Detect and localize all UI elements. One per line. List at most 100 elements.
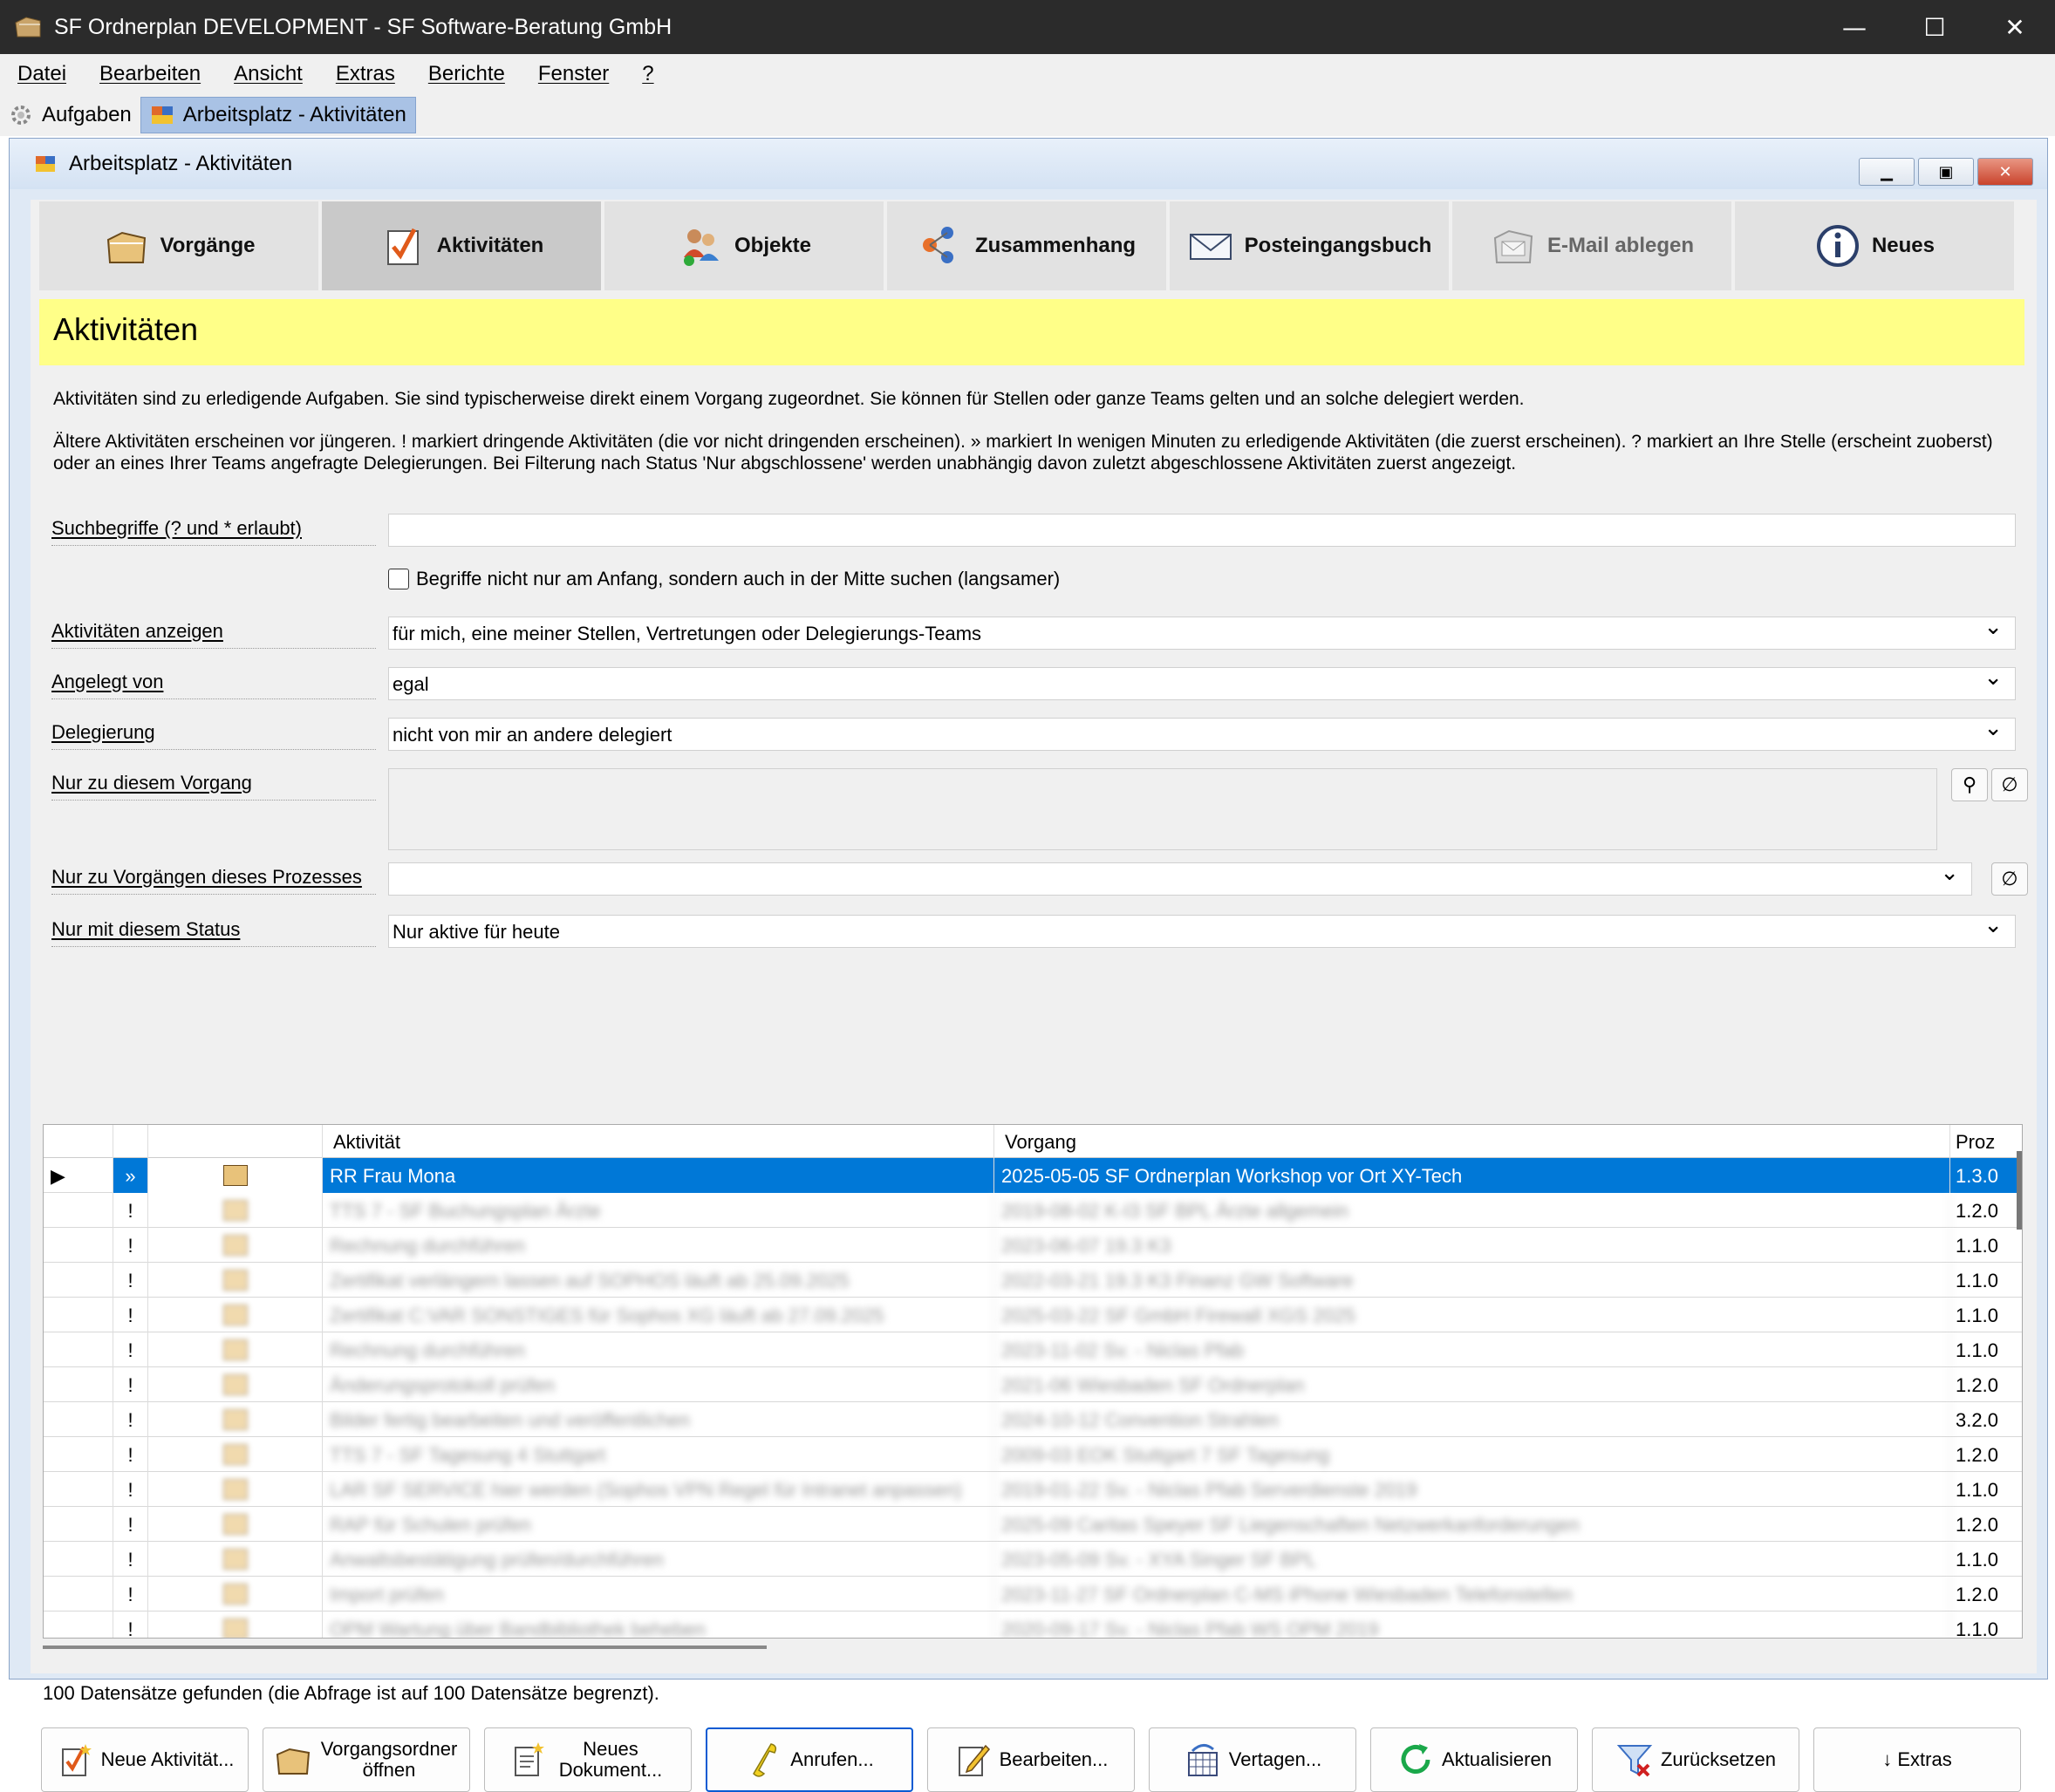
row-flag: !: [113, 1367, 148, 1402]
new-document-button[interactable]: Neues Dokument...: [484, 1727, 692, 1792]
tab-label: Neues: [1871, 234, 1936, 257]
reset-button[interactable]: Zurücksetzen: [1592, 1727, 1799, 1792]
created-by-label: Angelegt von: [51, 671, 376, 699]
tab-objekte[interactable]: Objekte: [604, 201, 884, 290]
mdi-close-button[interactable]: ✕: [1977, 158, 2033, 186]
table-row[interactable]: ! RAP für Schulen prüfen 2025-09 Caritas S…: [44, 1507, 2022, 1542]
row-vorgang: 2019-01-22 Sv. - Niclas Pfab Serverdiens…: [994, 1472, 1950, 1507]
process-column-header[interactable]: Proz: [1950, 1125, 2022, 1158]
window-tab-aufgaben[interactable]: Aufgaben: [0, 97, 140, 133]
tab-email-ablegen[interactable]: E-Mail ablegen: [1452, 201, 1731, 290]
refresh-icon: [1401, 1744, 1430, 1774]
row-type-icon: [148, 1158, 323, 1193]
mdi-minimize-button[interactable]: ▁: [1859, 158, 1915, 186]
clear-vorgang-button[interactable]: ∅: [1991, 768, 2028, 801]
window-tab-arbeitsplatz[interactable]: Arbeitsplatz - Aktivitäten: [140, 97, 416, 133]
row-indicator: [44, 1542, 113, 1577]
row-type-icon: [148, 1472, 323, 1507]
row-activity: OPM Wartung über Bandbibliothek beheben: [323, 1611, 994, 1638]
grid-header: Aktivität Vorgang Proz: [44, 1125, 2022, 1158]
row-process: 1.1.0: [1950, 1228, 2022, 1263]
clear-process-button[interactable]: ∅: [1991, 862, 2028, 896]
button-label: Bearbeiten...: [999, 1748, 1109, 1770]
row-indicator: [44, 1228, 113, 1263]
pin-vorgang-button[interactable]: ⚲: [1951, 768, 1988, 801]
icon-column-header[interactable]: [148, 1125, 323, 1158]
table-row[interactable]: ! Rechnung durchführen 2023-11-02 Sv. - Ni…: [44, 1332, 2022, 1367]
menu-datei[interactable]: Datei: [17, 62, 66, 86]
table-row[interactable]: ! Änderungsprotokoll prüfen 2021-06 Wiesba…: [44, 1367, 2022, 1402]
mdi-title-bar: Arbeitsplatz - Aktivitäten ▁ ▣ ✕: [10, 139, 2047, 189]
row-type-icon: [148, 1193, 323, 1228]
menu-berichte[interactable]: Berichte: [428, 62, 505, 86]
created-by-select[interactable]: egal: [388, 664, 2016, 700]
row-flag: »: [113, 1158, 148, 1193]
table-row[interactable]: ! OPM Wartung über Bandbibliothek beheben…: [44, 1611, 2022, 1638]
activity-column-header[interactable]: Aktivität: [323, 1125, 994, 1158]
row-process: 1.2.0: [1950, 1507, 2022, 1542]
row-vorgang: 2025-05-05 SF Ordnerplan Workshop vor Or…: [994, 1158, 1950, 1193]
table-row[interactable]: ! Anwaltsbestätigung prüfen/durchführen 20…: [44, 1542, 2022, 1577]
row-process: 1.2.0: [1950, 1437, 2022, 1472]
extras-button[interactable]: ↓ Extras: [1813, 1727, 2021, 1792]
menu-ansicht[interactable]: Ansicht: [234, 62, 303, 86]
tab-zusammenhang[interactable]: Zusammenhang: [887, 201, 1166, 290]
row-indicator: ▶: [44, 1158, 113, 1193]
show-activities-select[interactable]: für mich, eine meiner Stellen, Vertretun…: [388, 614, 2016, 650]
row-flag: !: [113, 1298, 148, 1332]
row-process: 1.3.0: [1950, 1158, 2022, 1193]
middle-search-checkbox[interactable]: [388, 569, 409, 589]
flag-column-header[interactable]: [113, 1125, 148, 1158]
vorgang-column-header[interactable]: Vorgang: [994, 1125, 1950, 1158]
tab-label: Posteingangsbuch: [1244, 234, 1432, 257]
menu-help[interactable]: ?: [642, 62, 653, 86]
search-input[interactable]: [388, 514, 2016, 547]
process-select[interactable]: [388, 860, 1972, 896]
menu-bearbeiten[interactable]: Bearbeiten: [99, 62, 201, 86]
edit-button[interactable]: Bearbeiten...: [927, 1727, 1135, 1792]
table-row[interactable]: ! TTS 7 - SF Buchungsplan Ärzte 2019-08-02…: [44, 1193, 2022, 1228]
menu-fenster[interactable]: Fenster: [538, 62, 609, 86]
tab-posteingangsbuch[interactable]: Posteingangsbuch: [1170, 201, 1449, 290]
minimize-button[interactable]: —: [1814, 0, 1895, 54]
open-folder-button[interactable]: Vorgangsordner öffnen: [263, 1727, 470, 1792]
tab-neues[interactable]: Neues: [1735, 201, 2014, 290]
table-row[interactable]: ! Import prüfen 2023-11-27 SF Ordnerplan C…: [44, 1577, 2022, 1611]
row-type-icon: [148, 1402, 323, 1437]
table-row[interactable]: ! LAR SF SERVICE hier werden (Sophos VPN …: [44, 1472, 2022, 1507]
row-flag: !: [113, 1542, 148, 1577]
row-process: 1.2.0: [1950, 1577, 2022, 1611]
new-activity-icon: [61, 1744, 92, 1776]
tab-vorgaenge[interactable]: Vorgänge: [39, 201, 318, 290]
vorgang-field[interactable]: [388, 768, 1937, 850]
table-row[interactable]: ▶» RR Frau Mona 2025-05-05 SF Ordnerplan W…: [44, 1158, 2022, 1193]
refresh-button[interactable]: Aktualisieren: [1370, 1727, 1578, 1792]
activities-grid[interactable]: Aktivität Vorgang Proz ▶» RR Frau Mona 202…: [43, 1124, 2023, 1639]
window-tab-label: Aufgaben: [42, 103, 132, 126]
row-activity: Zertifikat C:VAR SONSTIGES für Sophos XG…: [323, 1298, 994, 1332]
table-row[interactable]: ! Rechnung durchführen 2023-06-07 19.3 K3 1…: [44, 1228, 2022, 1263]
horizontal-scrollbar[interactable]: [43, 1646, 767, 1649]
row-vorgang: 2020-09-17 Sv. - Niclas Pfab WS OPM 2019: [994, 1611, 1950, 1638]
table-row[interactable]: ! Bilder fertig bearbeiten und veröffentl…: [44, 1402, 2022, 1437]
status-select[interactable]: Nur aktive für heute: [388, 912, 2016, 948]
maximize-button[interactable]: ☐: [1895, 0, 1975, 54]
delegation-select[interactable]: nicht von mir an andere delegiert: [388, 715, 2016, 751]
edit-icon: [958, 1744, 990, 1776]
table-row[interactable]: ! Zertifikat verlängern lassen auf SOPHOS…: [44, 1263, 2022, 1298]
close-button[interactable]: ✕: [1975, 0, 2055, 54]
middle-search-option[interactable]: Begriffe nicht nur am Anfang, sondern au…: [388, 568, 1060, 590]
mdi-restore-button[interactable]: ▣: [1918, 158, 1974, 186]
menu-extras[interactable]: Extras: [336, 62, 395, 86]
row-activity: LAR SF SERVICE hier werden (Sophos VPN R…: [323, 1472, 994, 1507]
table-row[interactable]: ! Zertifikat C:VAR SONSTIGES für Sophos X…: [44, 1298, 2022, 1332]
vertical-scrollbar[interactable]: [2017, 1151, 2022, 1230]
postpone-button[interactable]: Vertagen...: [1149, 1727, 1356, 1792]
new-activity-button[interactable]: Neue Aktivität...: [41, 1727, 249, 1792]
table-row[interactable]: ! TTS 7 - SF Tagesung 4 Stuttgart 2009-03 …: [44, 1437, 2022, 1472]
call-button[interactable]: Anrufen...: [706, 1727, 913, 1792]
row-header-column: [44, 1125, 113, 1158]
mail-icon: [1189, 234, 1232, 260]
row-indicator: [44, 1367, 113, 1402]
tab-aktivitaeten[interactable]: Aktivitäten: [322, 201, 601, 290]
